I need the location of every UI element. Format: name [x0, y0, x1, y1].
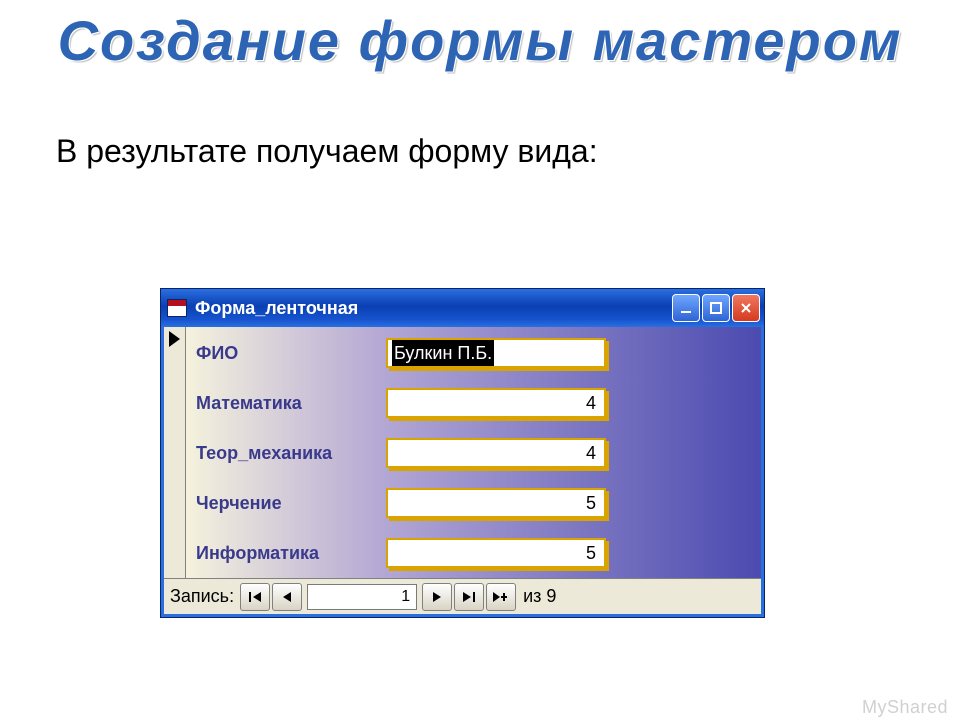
- form-row: Черчение 5: [186, 483, 761, 523]
- prev-icon: [281, 591, 293, 603]
- field-label-mech: Теор_механика: [186, 443, 386, 464]
- field-label-math: Математика: [186, 393, 386, 414]
- field-label-fio: ФИО: [186, 343, 386, 364]
- field-label-draw: Черчение: [186, 493, 386, 514]
- field-value-draw: 5: [586, 493, 596, 514]
- client-area: ФИО Булкин П.Б. Математика 4 Теор_механи…: [161, 327, 764, 617]
- last-icon: [462, 591, 476, 603]
- field-value-fio: Булкин П.Б.: [392, 340, 494, 366]
- record-navigation: Запись: 1 из 9: [164, 578, 761, 614]
- maximize-button[interactable]: [702, 294, 730, 322]
- window-title: Форма_ленточная: [195, 298, 358, 319]
- form-row: Информатика 5: [186, 533, 761, 573]
- field-input-fio[interactable]: Булкин П.Б.: [386, 338, 606, 368]
- form-icon: [167, 299, 187, 317]
- slide-title: Создание формы мастером: [0, 8, 960, 73]
- close-button[interactable]: [732, 294, 760, 322]
- nav-total: из 9: [523, 586, 556, 607]
- minimize-button[interactable]: [672, 294, 700, 322]
- nav-new-button[interactable]: [486, 583, 516, 611]
- new-record-icon: [492, 591, 510, 603]
- field-input-draw[interactable]: 5: [386, 488, 606, 518]
- field-value-info: 5: [586, 543, 596, 564]
- form-row: Математика 4: [186, 383, 761, 423]
- nav-record-input[interactable]: 1: [307, 584, 417, 610]
- current-record-marker-icon: [169, 331, 180, 347]
- field-input-mech[interactable]: 4: [386, 438, 606, 468]
- form-row: Теор_механика 4: [186, 433, 761, 473]
- record-selector[interactable]: [164, 327, 186, 578]
- watermark: MyShared: [862, 697, 948, 718]
- nav-last-button[interactable]: [454, 583, 484, 611]
- field-input-math[interactable]: 4: [386, 388, 606, 418]
- nav-next-button[interactable]: [422, 583, 452, 611]
- nav-first-button[interactable]: [240, 583, 270, 611]
- nav-prev-button[interactable]: [272, 583, 302, 611]
- form-row: ФИО Булкин П.Б.: [186, 333, 761, 373]
- form-detail: ФИО Булкин П.Б. Математика 4 Теор_механи…: [164, 327, 761, 578]
- titlebar[interactable]: Форма_ленточная: [161, 289, 764, 327]
- field-input-info[interactable]: 5: [386, 538, 606, 568]
- slide-text: В результате получаем форму вида:: [56, 133, 960, 170]
- field-value-mech: 4: [586, 443, 596, 464]
- form-window: Форма_ленточная ФИО Булкин П.Б.: [160, 288, 765, 618]
- field-label-info: Информатика: [186, 543, 386, 564]
- field-value-math: 4: [586, 393, 596, 414]
- nav-label: Запись:: [170, 586, 234, 607]
- next-icon: [431, 591, 443, 603]
- first-icon: [248, 591, 262, 603]
